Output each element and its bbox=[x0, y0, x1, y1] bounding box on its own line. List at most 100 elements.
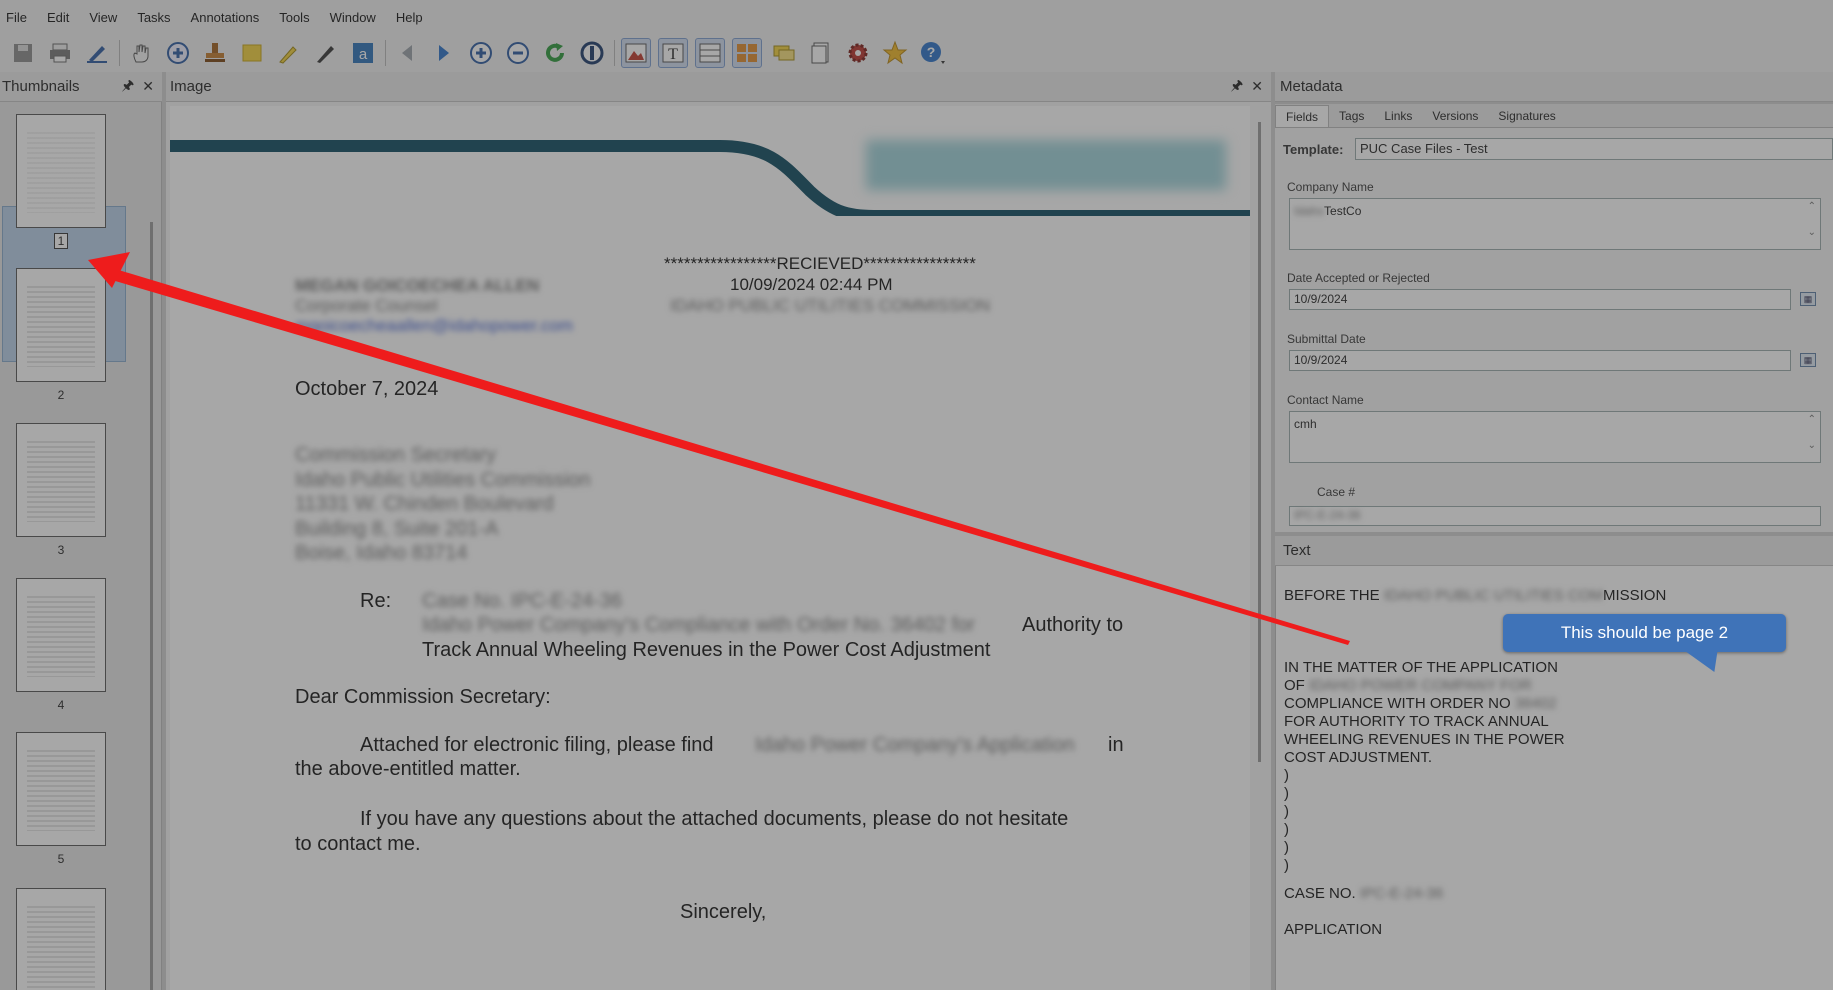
edit-pen-icon[interactable] bbox=[82, 38, 112, 68]
pin-icon[interactable]: 🖈 bbox=[1230, 75, 1243, 99]
annotation-callout: This should be page 2 bbox=[1503, 614, 1786, 652]
submittal-date-label: Submittal Date bbox=[1287, 332, 1366, 346]
highlighter-icon[interactable] bbox=[274, 38, 304, 68]
svg-text:?: ? bbox=[927, 44, 936, 60]
zoom-out-icon[interactable] bbox=[503, 38, 533, 68]
re-line1: Authority to bbox=[1022, 614, 1124, 636]
pen-icon[interactable] bbox=[311, 38, 341, 68]
thumbnails-title: Thumbnails bbox=[2, 78, 80, 95]
menu-annotations[interactable]: Annotations bbox=[191, 10, 260, 25]
letterhead-logo bbox=[170, 140, 1250, 216]
address-line-4: Building 8, Suite 201-A bbox=[295, 518, 499, 540]
pin-icon[interactable]: 🖈 bbox=[121, 75, 134, 99]
page-icon[interactable] bbox=[806, 38, 836, 68]
text-view-icon[interactable]: T bbox=[658, 38, 688, 68]
text-paren: ) bbox=[1284, 821, 1289, 838]
image-viewer[interactable]: *****************RECIEVED***************… bbox=[166, 102, 1271, 990]
menu-tasks[interactable]: Tasks bbox=[137, 10, 170, 25]
back-icon[interactable] bbox=[392, 38, 422, 68]
thumbnail-number: 5 bbox=[57, 852, 65, 866]
refresh-icon[interactable] bbox=[540, 38, 570, 68]
thumbnail-page-1[interactable] bbox=[16, 114, 106, 228]
scroll-up-icon[interactable]: ⌃ bbox=[1808, 414, 1816, 425]
case-number-field[interactable]: IPC-E-24-36 bbox=[1289, 506, 1821, 526]
calendar-icon[interactable]: ▦ bbox=[1800, 353, 1816, 367]
grid-view-icon[interactable] bbox=[732, 38, 762, 68]
tab-fields[interactable]: Fields bbox=[1275, 105, 1330, 127]
sticky-note-icon[interactable] bbox=[237, 38, 267, 68]
close-icon[interactable]: ✕ bbox=[142, 78, 154, 95]
scroll-down-icon[interactable]: ⌄ bbox=[1808, 227, 1816, 238]
text-paren: ) bbox=[1284, 767, 1289, 784]
menu-window[interactable]: Window bbox=[330, 10, 376, 25]
image-title: Image bbox=[170, 78, 212, 95]
thumbnails-panel: 1 2 3 4 5 bbox=[0, 102, 162, 990]
help-icon[interactable]: ? bbox=[917, 38, 947, 68]
thumbnail-page-5[interactable] bbox=[16, 732, 106, 846]
metadata-fields: Template: PUC Case Files - Test Company … bbox=[1275, 128, 1833, 532]
menu-view[interactable]: View bbox=[89, 10, 117, 25]
favorite-star-icon[interactable] bbox=[880, 38, 910, 68]
menu-tools[interactable]: Tools bbox=[279, 10, 309, 25]
menu-file[interactable]: File bbox=[6, 10, 27, 25]
zoom-add-icon[interactable] bbox=[163, 38, 193, 68]
para2-line2: to contact me. bbox=[295, 833, 421, 855]
received-date: 10/09/2024 02:44 PM bbox=[730, 275, 893, 294]
calendar-icon[interactable]: ▦ bbox=[1800, 292, 1816, 306]
date-accepted-field[interactable]: 10/9/2024 bbox=[1289, 289, 1791, 310]
forward-icon[interactable] bbox=[429, 38, 459, 68]
text-before-end: MISSION bbox=[1602, 587, 1667, 604]
zoom-in-icon[interactable] bbox=[466, 38, 496, 68]
tab-signatures[interactable]: Signatures bbox=[1488, 105, 1565, 127]
text-title: Text bbox=[1283, 542, 1311, 559]
close-icon[interactable]: ✕ bbox=[1251, 78, 1263, 95]
thumbnail-page-4[interactable] bbox=[16, 578, 106, 692]
tab-links[interactable]: Links bbox=[1374, 105, 1422, 127]
submittal-date-value: 10/9/2024 bbox=[1294, 353, 1348, 367]
case-number-redacted: IPC-E-24-36 bbox=[1294, 508, 1361, 522]
received-stamp: *****************RECIEVED***************… bbox=[664, 254, 976, 273]
menu-help[interactable]: Help bbox=[396, 10, 423, 25]
tab-tags[interactable]: Tags bbox=[1329, 105, 1374, 127]
thumbnail-page-6[interactable] bbox=[16, 888, 106, 990]
image-view-icon[interactable] bbox=[621, 38, 651, 68]
company-name-field[interactable]: IdahoTestCo ⌃ ⌄ bbox=[1289, 198, 1821, 250]
text-a-icon[interactable]: a bbox=[348, 38, 378, 68]
submittal-date-field[interactable]: 10/9/2024 bbox=[1289, 350, 1791, 371]
ocr-icon[interactable] bbox=[577, 38, 607, 68]
thumbnail-page-2[interactable] bbox=[16, 268, 106, 382]
hand-icon[interactable] bbox=[126, 38, 156, 68]
template-label: Template: bbox=[1283, 142, 1344, 157]
text-case-no: CASE NO. bbox=[1284, 885, 1356, 902]
save-icon[interactable] bbox=[8, 38, 38, 68]
sender-name: MEGAN GOICOECHEA ALLEN bbox=[295, 276, 540, 295]
text-compliance: COMPLIANCE WITH ORDER NO bbox=[1284, 695, 1511, 712]
metadata-panel-header: Metadata bbox=[1275, 72, 1833, 102]
thumbnail-number: 2 bbox=[57, 388, 65, 402]
split-view-icon[interactable] bbox=[695, 38, 725, 68]
para1-start: Attached for electronic filing, please f… bbox=[360, 734, 714, 756]
comments-icon[interactable] bbox=[769, 38, 799, 68]
tab-versions[interactable]: Versions bbox=[1422, 105, 1488, 127]
address-line-5: Boise, Idaho 83714 bbox=[295, 542, 468, 564]
image-scrollbar[interactable] bbox=[1258, 122, 1261, 762]
print-icon[interactable] bbox=[45, 38, 75, 68]
scroll-up-icon[interactable]: ⌃ bbox=[1808, 201, 1816, 212]
menu-edit[interactable]: Edit bbox=[47, 10, 69, 25]
text-paren: ) bbox=[1284, 785, 1289, 802]
date-accepted-label: Date Accepted or Rejected bbox=[1287, 271, 1430, 285]
salutation: Dear Commission Secretary: bbox=[295, 686, 551, 708]
settings-gear-icon[interactable] bbox=[843, 38, 873, 68]
contact-name-field[interactable]: cmh ⌃ ⌄ bbox=[1289, 411, 1821, 463]
thumbnails-scrollbar[interactable] bbox=[150, 222, 153, 990]
para1-end: in bbox=[1108, 734, 1124, 756]
para1-redacted: Idaho Power Company's Application bbox=[755, 734, 1075, 756]
scroll-down-icon[interactable]: ⌄ bbox=[1808, 440, 1816, 451]
date-accepted-value: 10/9/2024 bbox=[1294, 292, 1348, 306]
letter-date: October 7, 2024 bbox=[295, 378, 439, 400]
thumbnail-page-3[interactable] bbox=[16, 423, 106, 537]
template-field[interactable]: PUC Case Files - Test bbox=[1355, 138, 1833, 160]
stamp-icon[interactable] bbox=[200, 38, 230, 68]
toolbar: a T ? bbox=[0, 34, 1833, 72]
svg-text:T: T bbox=[668, 46, 678, 63]
